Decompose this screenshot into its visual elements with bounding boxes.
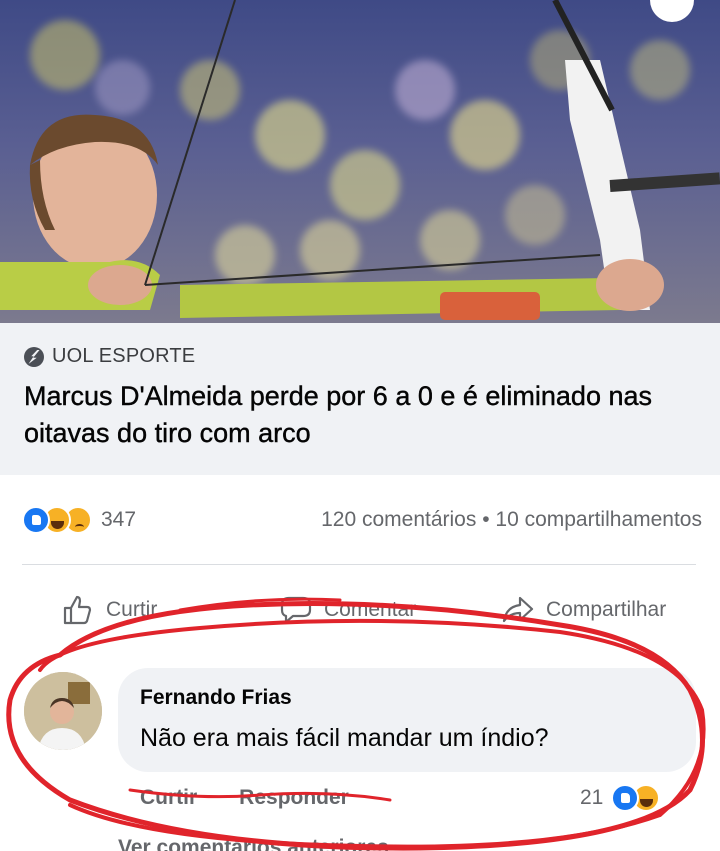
- reactions-summary: 347 120 comentários • 10 compartilhament…: [22, 502, 702, 538]
- article-image[interactable]: [0, 0, 720, 323]
- comment-author[interactable]: Fernando Frias: [140, 686, 292, 710]
- article-headline[interactable]: Marcus D'Almeida perde por 6 a 0 e é eli…: [24, 378, 694, 452]
- post-action-bar: Curtir Comentar Compartilhar: [0, 588, 720, 632]
- comment-bubble[interactable]: Fernando Frias Não era mais fácil mandar…: [118, 668, 696, 772]
- comment-like-button[interactable]: Curtir: [140, 786, 197, 810]
- like-icon: [22, 506, 50, 534]
- link-source: UOL ESPORTE: [24, 345, 195, 368]
- source-logo-icon: [24, 346, 44, 367]
- reaction-count[interactable]: 347: [101, 508, 136, 532]
- comment-reply-button[interactable]: Responder: [239, 786, 349, 810]
- post-stats[interactable]: 120 comentários • 10 compartilhamentos: [321, 508, 702, 532]
- divider: [22, 564, 696, 565]
- comment-label: Comentar: [324, 598, 417, 621]
- like-label: Curtir: [106, 598, 158, 621]
- reaction-icons[interactable]: [22, 506, 92, 534]
- thumbs-up-icon: [63, 595, 92, 625]
- comment-reactions[interactable]: 21: [580, 784, 661, 812]
- like-button[interactable]: Curtir: [60, 588, 157, 632]
- link-preview[interactable]: UOL ESPORTE Marcus D'Almeida perde por 6…: [0, 323, 720, 475]
- comment-button[interactable]: Comentar: [278, 588, 416, 632]
- avatar[interactable]: [24, 672, 102, 750]
- comment-icon: [280, 596, 312, 624]
- share-button[interactable]: Compartilhar: [500, 588, 666, 632]
- share-icon: [502, 596, 534, 623]
- comment-text: Não era mais fácil mandar um índio?: [140, 724, 549, 752]
- view-previous-comments[interactable]: Ver comentários anteriores: [118, 836, 389, 851]
- share-label: Compartilhar: [546, 598, 667, 621]
- comment-actions: Curtir Responder: [140, 786, 349, 810]
- comment-reaction-count: 21: [580, 786, 604, 809]
- source-label: UOL ESPORTE: [52, 345, 196, 367]
